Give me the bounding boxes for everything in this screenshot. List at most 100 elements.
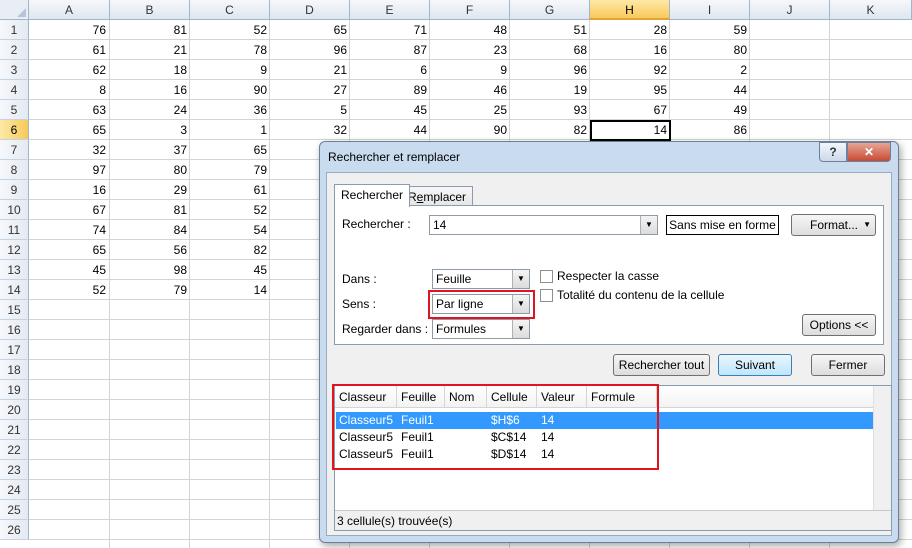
chevron-down-icon[interactable]: ▼: [640, 216, 657, 234]
cell-a14[interactable]: 52: [29, 280, 109, 300]
close-icon[interactable]: ✕: [847, 142, 891, 162]
cell-a4[interactable]: 8: [29, 80, 109, 100]
cell-b2[interactable]: 21: [110, 40, 190, 60]
cell-i3[interactable]: 2: [670, 60, 750, 80]
cell-g6[interactable]: 82: [510, 120, 590, 140]
cell-g1[interactable]: 51: [510, 20, 590, 40]
cell-i5[interactable]: 49: [670, 100, 750, 120]
cell-c4[interactable]: 90: [190, 80, 270, 100]
cell-f3[interactable]: 9: [430, 60, 510, 80]
cell-a11[interactable]: 74: [29, 220, 109, 240]
cell-c7[interactable]: 65: [190, 140, 270, 160]
cell-i4[interactable]: 44: [670, 80, 750, 100]
cell-b12[interactable]: 56: [110, 240, 190, 260]
tab-rechercher[interactable]: Rechercher: [334, 184, 411, 207]
cell-i2[interactable]: 80: [670, 40, 750, 60]
cell-h3[interactable]: 92: [590, 60, 670, 80]
chevron-down-icon[interactable]: ▼: [512, 270, 529, 288]
cell-a10[interactable]: 67: [29, 200, 109, 220]
row-header-7[interactable]: 7: [0, 140, 29, 160]
cell-b6[interactable]: 3: [110, 120, 190, 140]
row-header-20[interactable]: 20: [0, 400, 29, 420]
match-case-checkbox[interactable]: [540, 270, 553, 283]
column-header-i[interactable]: I: [670, 0, 750, 20]
cell-a7[interactable]: 32: [29, 140, 109, 160]
row-header-14[interactable]: 14: [0, 280, 29, 300]
cell-d4[interactable]: 27: [270, 80, 350, 100]
cell-a13[interactable]: 45: [29, 260, 109, 280]
cell-a1[interactable]: 76: [29, 20, 109, 40]
cell-e1[interactable]: 71: [350, 20, 430, 40]
cell-d5[interactable]: 5: [270, 100, 350, 120]
cell-a9[interactable]: 16: [29, 180, 109, 200]
tab-remplacer[interactable]: Remplacer: [401, 186, 474, 207]
find-input[interactable]: 14 ▼: [429, 215, 658, 235]
cell-g2[interactable]: 68: [510, 40, 590, 60]
cell-a8[interactable]: 97: [29, 160, 109, 180]
row-header-4[interactable]: 4: [0, 80, 29, 100]
row-header-8[interactable]: 8: [0, 160, 29, 180]
within-select[interactable]: Feuille ▼: [432, 269, 530, 289]
row-header-18[interactable]: 18: [0, 360, 29, 380]
row-header-11[interactable]: 11: [0, 220, 29, 240]
cell-f1[interactable]: 48: [430, 20, 510, 40]
row-header-2[interactable]: 2: [0, 40, 29, 60]
row-header-15[interactable]: 15: [0, 300, 29, 320]
row-header-12[interactable]: 12: [0, 240, 29, 260]
cell-c6[interactable]: 1: [190, 120, 270, 140]
cell-d2[interactable]: 96: [270, 40, 350, 60]
cell-b4[interactable]: 16: [110, 80, 190, 100]
cell-b14[interactable]: 79: [110, 280, 190, 300]
cell-b9[interactable]: 29: [110, 180, 190, 200]
cell-c8[interactable]: 79: [190, 160, 270, 180]
column-header-c[interactable]: C: [190, 0, 270, 20]
close-button[interactable]: Fermer: [811, 354, 885, 376]
cell-i1[interactable]: 59: [670, 20, 750, 40]
column-header-j[interactable]: J: [750, 0, 830, 20]
row-header-10[interactable]: 10: [0, 200, 29, 220]
cell-f2[interactable]: 23: [430, 40, 510, 60]
cell-c2[interactable]: 78: [190, 40, 270, 60]
cell-a3[interactable]: 62: [29, 60, 109, 80]
row-header-22[interactable]: 22: [0, 440, 29, 460]
cell-b7[interactable]: 37: [110, 140, 190, 160]
cell-b8[interactable]: 80: [110, 160, 190, 180]
cell-h4[interactable]: 95: [590, 80, 670, 100]
column-header-k[interactable]: K: [830, 0, 912, 20]
find-all-button[interactable]: Rechercher tout: [613, 354, 710, 376]
cell-a6[interactable]: 65: [29, 120, 109, 140]
cell-b5[interactable]: 24: [110, 100, 190, 120]
row-header-6[interactable]: 6: [0, 120, 29, 140]
help-button[interactable]: ?: [819, 142, 847, 162]
cell-c12[interactable]: 82: [190, 240, 270, 260]
cell-e2[interactable]: 87: [350, 40, 430, 60]
row-header-9[interactable]: 9: [0, 180, 29, 200]
options-button[interactable]: Options <<: [802, 314, 876, 336]
row-header-13[interactable]: 13: [0, 260, 29, 280]
cell-e5[interactable]: 45: [350, 100, 430, 120]
cell-b1[interactable]: 81: [110, 20, 190, 40]
cell-c1[interactable]: 52: [190, 20, 270, 40]
cell-c11[interactable]: 54: [190, 220, 270, 240]
cell-e3[interactable]: 6: [350, 60, 430, 80]
row-header-26[interactable]: 26: [0, 520, 29, 540]
find-next-button[interactable]: Suivant: [718, 354, 792, 376]
cell-h5[interactable]: 67: [590, 100, 670, 120]
cell-c5[interactable]: 36: [190, 100, 270, 120]
column-header-e[interactable]: E: [350, 0, 430, 20]
cell-d1[interactable]: 65: [270, 20, 350, 40]
cell-i6[interactable]: 86: [670, 120, 750, 140]
results-scrollbar[interactable]: [873, 386, 891, 510]
row-header-19[interactable]: 19: [0, 380, 29, 400]
row-header-23[interactable]: 23: [0, 460, 29, 480]
cell-h2[interactable]: 16: [590, 40, 670, 60]
chevron-down-icon[interactable]: ▼: [512, 320, 529, 338]
cell-c14[interactable]: 14: [190, 280, 270, 300]
match-entire-checkbox[interactable]: [540, 289, 553, 302]
row-header-5[interactable]: 5: [0, 100, 29, 120]
cell-f4[interactable]: 46: [430, 80, 510, 100]
cell-f6[interactable]: 90: [430, 120, 510, 140]
format-button[interactable]: Format... ▼: [791, 214, 876, 236]
cell-c3[interactable]: 9: [190, 60, 270, 80]
cell-f5[interactable]: 25: [430, 100, 510, 120]
